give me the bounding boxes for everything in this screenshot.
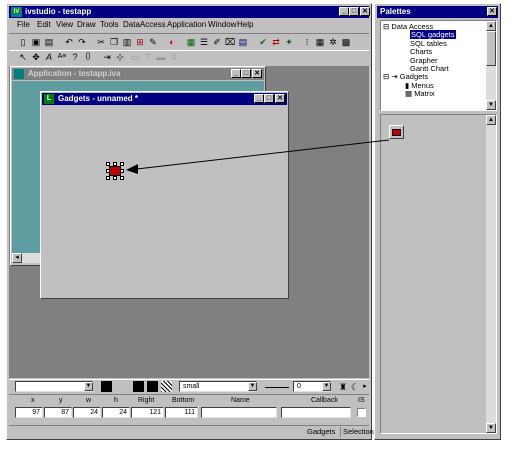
drag-arrow xyxy=(126,139,390,174)
drag-arrow-head xyxy=(126,164,138,174)
drag-arrow-line xyxy=(127,139,390,171)
